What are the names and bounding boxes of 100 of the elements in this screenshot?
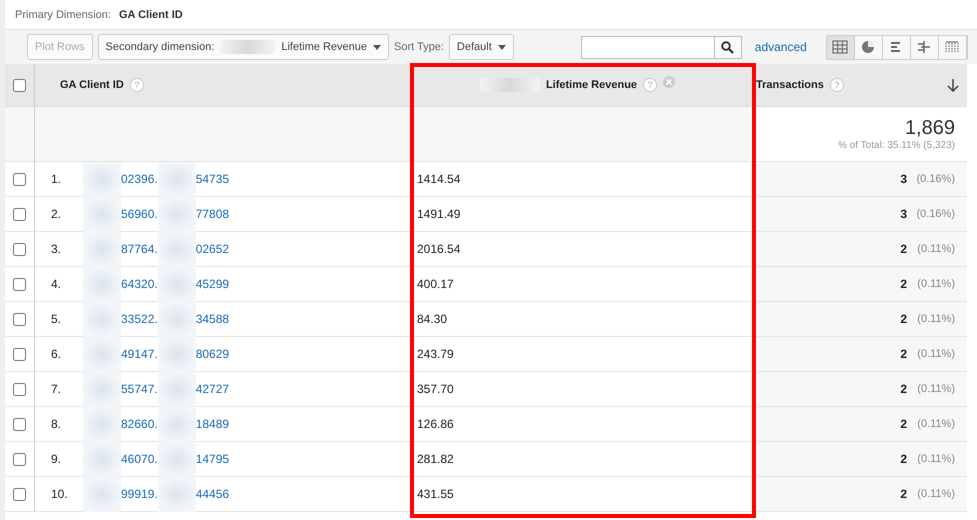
- client-id-link[interactable]: 55747.: [121, 382, 158, 396]
- help-icon: ?: [130, 78, 144, 92]
- search-field[interactable]: [580, 36, 715, 58]
- row-checkbox[interactable]: [13, 488, 26, 500]
- primary-dimension-value: GA Client ID: [118, 8, 183, 20]
- caret-icon: [498, 44, 506, 50]
- revenue-cell-text: 1491.49: [416, 207, 460, 221]
- primary-dimension-label: Primary Dimension:: [15, 8, 111, 20]
- row-number: 9.: [50, 452, 62, 466]
- advanced-link[interactable]: advanced: [754, 40, 807, 54]
- row-checkbox[interactable]: [13, 418, 26, 430]
- client-id-link[interactable]: 34588: [196, 312, 230, 326]
- sort-type-dropdown[interactable]: Default: [448, 34, 514, 60]
- client-id-link[interactable]: 46070.: [121, 452, 158, 466]
- transactions-count: 2: [900, 417, 907, 431]
- client-id-link[interactable]: 14795: [196, 452, 230, 466]
- sort-type-label: Sort Type:: [394, 41, 444, 53]
- search-icon: [721, 40, 734, 54]
- transactions-share: (0.11%): [916, 348, 956, 360]
- row-checkbox[interactable]: [13, 312, 26, 326]
- redaction-blur: [158, 476, 196, 512]
- client-id-link[interactable]: 77808: [196, 207, 230, 221]
- transactions-count: 3: [900, 207, 907, 221]
- column-header: GA Client ID: [60, 79, 124, 91]
- client-id-link[interactable]: 99919.: [121, 487, 158, 501]
- client-id-link[interactable]: 49147.: [121, 347, 158, 361]
- transactions-share: (0.11%): [916, 418, 956, 430]
- row-number: 3.: [50, 242, 62, 256]
- row-checkbox[interactable]: [13, 452, 26, 466]
- view-toggle-button[interactable]: [826, 36, 855, 58]
- client-id-link[interactable]: 54735: [196, 172, 230, 186]
- sort-arrow-icon[interactable]: [947, 78, 959, 92]
- transactions-count: 2: [900, 312, 907, 326]
- row-checkbox[interactable]: [13, 348, 26, 360]
- secondary-dimension-dropdown[interactable]: Secondary dimension: Lifetime Revenue: [98, 34, 389, 60]
- caret-icon: [372, 44, 381, 50]
- view-toggle-button[interactable]: [938, 36, 967, 58]
- view-toggle-button[interactable]: [910, 36, 939, 58]
- help-icon: ?: [830, 78, 844, 92]
- revenue-cell-text: 281.82: [416, 452, 454, 466]
- column-header: Transactions: [756, 79, 824, 91]
- row-number: 5.: [50, 312, 62, 326]
- comparison-icon: [916, 40, 932, 54]
- redaction-blur: [83, 476, 121, 512]
- revenue-cell-text: 431.55: [416, 487, 454, 501]
- client-id-link[interactable]: 02652: [196, 242, 230, 256]
- revenue-cell-text: 1414.54: [416, 172, 460, 186]
- total-percentage: % of Total: 35.11% (5,323): [838, 140, 955, 151]
- client-id-link[interactable]: 42727: [196, 382, 230, 396]
- revenue-cell-text: 400.17: [416, 277, 454, 291]
- view-toggle-button[interactable]: [882, 36, 911, 58]
- client-id-link[interactable]: 56960.: [121, 207, 158, 221]
- client-id-link[interactable]: 45299: [196, 277, 230, 291]
- client-id-link[interactable]: 87764.: [121, 242, 158, 256]
- revenue-cell-text: 126.86: [416, 417, 454, 431]
- transactions-count: 2: [900, 452, 907, 466]
- transactions-share: (0.11%): [916, 278, 956, 290]
- help-icon: ?: [643, 78, 658, 92]
- transactions-share: (0.11%): [916, 453, 956, 465]
- row-number: 2.: [50, 207, 62, 221]
- client-id-link[interactable]: 64320.: [121, 277, 158, 291]
- revenue-cell-text: 2016.54: [416, 242, 460, 256]
- row-number: 6.: [50, 347, 62, 361]
- row-checkbox[interactable]: [13, 172, 26, 186]
- row-number: 7.: [50, 382, 62, 396]
- row-number: 4.: [50, 277, 62, 291]
- total-value: 1,869: [904, 117, 955, 140]
- client-id-link[interactable]: 33522.: [121, 312, 158, 326]
- row-number: 1.: [50, 172, 62, 186]
- revenue-cell-text: 357.70: [416, 382, 454, 396]
- transactions-count: 2: [900, 277, 907, 291]
- revenue-cell-text: 84.30: [416, 312, 448, 326]
- search-button[interactable]: [714, 36, 742, 58]
- transactions-share: (0.11%): [916, 488, 956, 500]
- client-id-link[interactable]: 80629: [196, 347, 230, 361]
- row-number: 10.: [50, 487, 69, 501]
- row-checkbox[interactable]: [13, 208, 26, 220]
- grid-icon: [832, 40, 848, 54]
- transactions-count: 3: [900, 172, 907, 186]
- view-toggle-button[interactable]: [854, 36, 883, 58]
- client-id-link[interactable]: 02396.: [121, 172, 158, 186]
- row-checkbox[interactable]: [13, 242, 26, 256]
- column-header: Lifetime Revenue: [546, 79, 638, 91]
- transactions-share: (0.16%): [915, 208, 956, 220]
- redaction-blur: [480, 78, 540, 92]
- transactions-count: 2: [900, 487, 907, 501]
- row-checkbox[interactable]: [13, 382, 26, 396]
- client-id-link[interactable]: 18489: [196, 417, 230, 431]
- revenue-cell-text: 243.79: [416, 347, 454, 361]
- client-id-link[interactable]: 82660.: [121, 417, 158, 431]
- row-number: 8.: [50, 417, 62, 431]
- transactions-count: 2: [900, 382, 907, 396]
- select-all-checkbox[interactable]: [13, 78, 26, 92]
- transactions-share: (0.16%): [915, 173, 956, 185]
- row-checkbox[interactable]: [13, 278, 26, 290]
- pie-chart-icon: [860, 40, 876, 54]
- client-id-link[interactable]: 44456: [196, 487, 230, 501]
- transactions-count: 2: [900, 242, 907, 256]
- transactions-share: (0.11%): [916, 243, 956, 255]
- redaction-blur: [83, 162, 121, 196]
